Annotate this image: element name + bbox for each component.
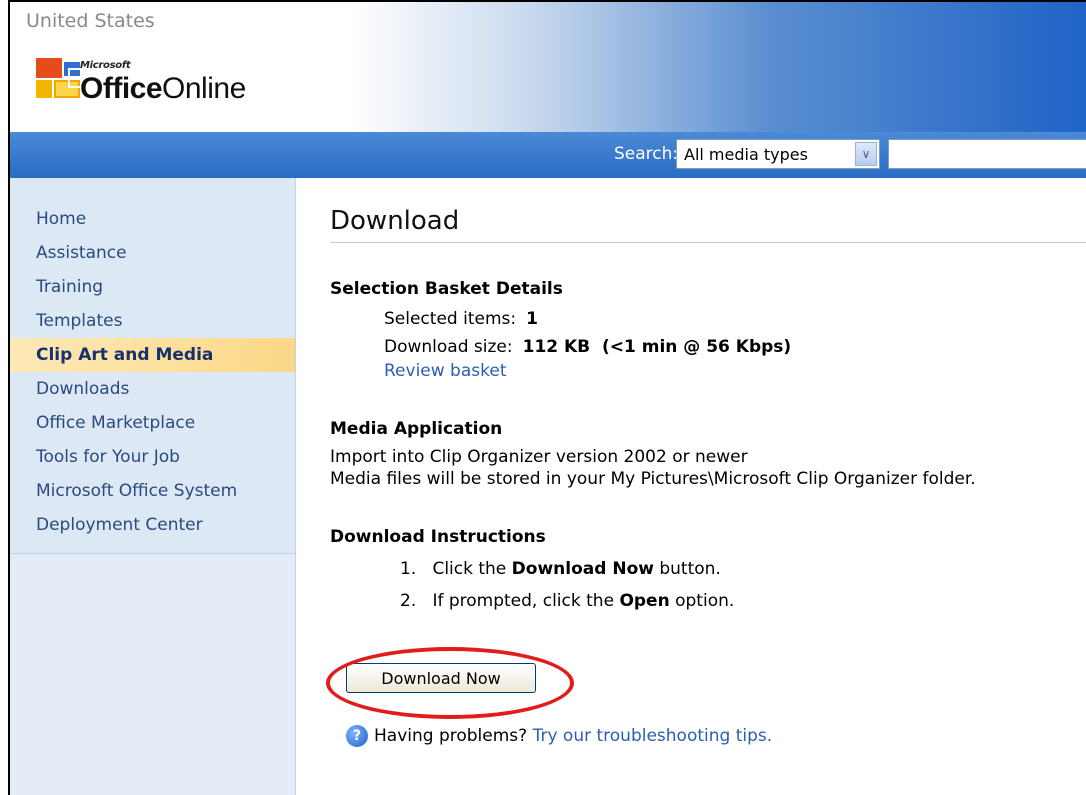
chevron-down-icon[interactable]: ∨: [855, 142, 877, 166]
step-1-emphasis: Download Now: [511, 559, 654, 579]
page-title: Download: [330, 206, 1086, 243]
media-type-value: All media types: [684, 145, 808, 164]
sidebar-item-home[interactable]: Home: [10, 202, 295, 236]
brand-title: OfficeOnline: [80, 72, 246, 105]
download-now-button[interactable]: Download Now: [346, 663, 536, 693]
sidebar-nav: Home Assistance Training Templates Clip …: [10, 178, 295, 554]
region-label[interactable]: United States: [26, 10, 155, 32]
selected-items-label: Selected items:: [384, 309, 517, 329]
step-2-emphasis: Open: [619, 591, 670, 611]
troubleshooting-link[interactable]: Try our troubleshooting tips.: [533, 726, 773, 746]
selected-items-value: 1: [526, 309, 538, 329]
download-button-wrap: Download Now: [326, 611, 574, 719]
selected-items-row: Selected items: 1: [384, 309, 1086, 329]
sidebar-item-microsoft-office-system[interactable]: Microsoft Office System: [10, 474, 295, 508]
sidebar-item-training[interactable]: Training: [10, 270, 295, 304]
browser-frame: United States Microsoft OfficeOnline Sea…: [8, 0, 1086, 795]
help-row: ? Having problems? Try our troubleshooti…: [346, 725, 1086, 747]
media-type-select[interactable]: All media types ∨: [676, 139, 880, 169]
download-size-row: Download size: 112 KB (<1 min @ 56 Kbps): [384, 337, 1086, 357]
media-app-line2: Media files will be stored in your My Pi…: [330, 469, 976, 489]
download-size-label: Download size:: [384, 337, 513, 357]
sidebar-item-templates[interactable]: Templates: [10, 304, 295, 338]
sidebar-item-office-marketplace[interactable]: Office Marketplace: [10, 406, 295, 440]
search-input[interactable]: [888, 139, 1086, 169]
search-label: Search:: [614, 144, 679, 164]
media-app-heading: Media Application: [330, 419, 503, 439]
review-basket-row: Review basket: [384, 361, 1086, 381]
step-2-text: If prompted, click the: [432, 591, 620, 611]
step-2-suffix: option.: [669, 591, 735, 611]
sidebar: Home Assistance Training Templates Clip …: [10, 178, 296, 795]
instruction-step-2: 2. If prompted, click the Open option.: [400, 591, 1086, 611]
sidebar-item-downloads[interactable]: Downloads: [10, 372, 295, 406]
basket-heading: Selection Basket Details: [330, 279, 563, 299]
help-icon: ?: [346, 725, 368, 747]
review-basket-link[interactable]: Review basket: [384, 361, 507, 381]
help-text: Having problems?: [374, 726, 533, 746]
sidebar-item-deployment-center[interactable]: Deployment Center: [10, 508, 295, 542]
sidebar-item-clip-art-and-media[interactable]: Clip Art and Media: [10, 338, 295, 372]
sidebar-item-tools-for-your-job[interactable]: Tools for Your Job: [10, 440, 295, 474]
search-bar: Search: All media types ∨: [10, 132, 1086, 178]
media-app-line1: Import into Clip Organizer version 2002 …: [330, 447, 748, 467]
download-size-value: 112 KB (<1 min @ 56 Kbps): [522, 337, 792, 357]
brand-microsoft: Microsoft: [80, 60, 131, 71]
site-header: United States Microsoft OfficeOnline: [10, 2, 1086, 132]
sidebar-item-assistance[interactable]: Assistance: [10, 236, 295, 270]
instruction-step-1: 1. Click the Download Now button.: [400, 559, 1086, 579]
main-content: Download Selection Basket Details Select…: [326, 178, 1086, 747]
step-2-number: 2.: [400, 591, 417, 611]
step-1-text: Click the: [432, 559, 512, 579]
instructions-heading: Download Instructions: [330, 527, 546, 547]
step-1-number: 1.: [400, 559, 417, 579]
step-1-suffix: button.: [653, 559, 721, 579]
